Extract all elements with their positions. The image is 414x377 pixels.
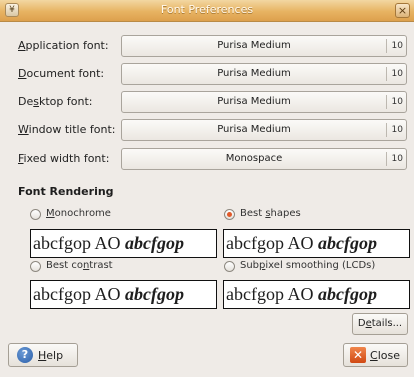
sample-best-shapes[interactable]: abcfgop AO abcfgop [223,229,410,258]
close-button[interactable]: ✕ Close [343,343,408,367]
sample-subpixel[interactable]: abcfgop AO abcfgop [223,280,410,309]
font-row-desktop: Desktop font: Purisa Medium 10 [0,91,414,113]
font-size: 10 [391,97,403,107]
separator [386,123,387,137]
separator [386,152,387,166]
font-name: Purisa Medium [217,68,291,79]
details-label: Details... [357,318,403,329]
font-row-window-title: Window title font: Purisa Medium 10 [0,119,414,141]
document-font-button[interactable]: Purisa Medium 10 [121,63,407,85]
separator [386,39,387,53]
help-button[interactable]: ? Help [8,343,78,367]
window-title-font-button[interactable]: Purisa Medium 10 [121,119,407,141]
title-bar: ¥ Font Preferences × [0,0,414,22]
radio-label: Monochrome [46,208,111,219]
close-icon: ✕ [350,347,366,363]
font-row-document: Document font: Purisa Medium 10 [0,63,414,85]
font-row-fixed-width: Fixed width font: Monospace 10 [0,148,414,170]
radio-unchecked-icon [30,209,41,220]
font-name: Purisa Medium [217,124,291,135]
font-size: 10 [391,41,403,51]
font-size: 10 [391,125,403,135]
font-size: 10 [391,154,403,164]
close-label: Close [370,349,400,362]
font-name: Purisa Medium [217,40,291,51]
fixed-width-font-button[interactable]: Monospace 10 [121,148,407,170]
radio-label: Best contrast [46,260,113,271]
application-font-button[interactable]: Purisa Medium 10 [121,35,407,57]
window-close-icon[interactable]: × [395,3,410,18]
separator [386,95,387,109]
font-name: Monospace [225,153,283,164]
desktop-font-button[interactable]: Purisa Medium 10 [121,91,407,113]
font-label-document: Document font: [18,67,105,80]
font-size: 10 [391,69,403,79]
radio-label: Best shapes [240,208,301,219]
font-label-desktop: Desktop font: [18,95,93,108]
details-button[interactable]: Details... [352,313,408,335]
window-title: Font Preferences [160,3,254,16]
separator [386,67,387,81]
font-label-fixed-width: Fixed width font: [18,152,110,165]
font-name: Purisa Medium [217,96,291,107]
radio-label: Subpixel smoothing (LCDs) [240,260,376,271]
font-rendering-heading: Font Rendering [18,185,114,198]
font-label-window-title: Window title font: [18,123,116,136]
sample-best-contrast[interactable]: abcfgop AO abcfgop [30,280,217,309]
sample-monochrome[interactable]: abcfgop AO abcfgop [30,229,217,258]
radio-unchecked-icon [30,261,41,272]
font-row-application: Application font: Purisa Medium 10 [0,35,414,57]
help-icon: ? [17,347,33,363]
help-label: Help [38,349,64,362]
radio-unchecked-icon [224,261,235,272]
font-label-application: Application font: [18,39,109,52]
radio-checked-icon [224,209,235,220]
